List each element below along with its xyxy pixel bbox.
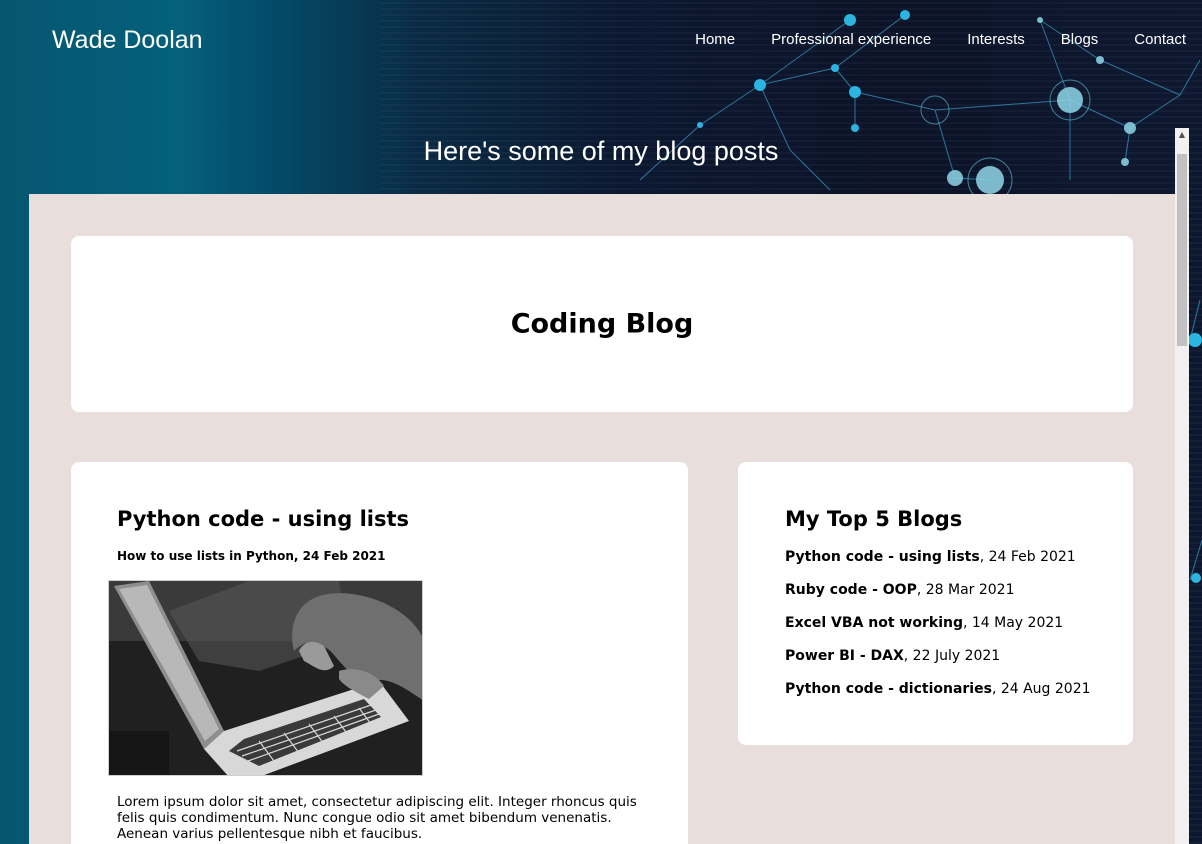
hero-heading: Here's some of my blog posts [423,136,779,166]
blog-date: , 14 May 2021 [962,615,1064,631]
list-item: Power BI - DAX, 22 July 2021 [785,648,1091,681]
post-subtitle: How to use lists in Python, 24 Feb 2021 [117,549,386,563]
nav-blogs[interactable]: Blogs [1061,31,1099,48]
blog-link[interactable]: Python code - using lists [785,549,980,565]
post-image-laptop [108,580,423,776]
content-scrollbar[interactable]: ▲ [1175,128,1189,844]
blog-date: , 24 Aug 2021 [991,681,1091,697]
top-blogs-list: Python code - using lists, 24 Feb 2021 R… [785,549,1091,714]
blog-date: , 22 July 2021 [903,648,1001,664]
scroll-thumb[interactable] [1177,154,1187,346]
scroll-up-arrow-icon[interactable]: ▲ [1175,128,1189,142]
page-title: Coding Blog [510,308,694,340]
list-item: Python code - using lists, 24 Feb 2021 [785,549,1091,582]
top-blogs-card: My Top 5 Blogs Python code - using lists… [738,462,1133,745]
main-nav: Home Professional experience Interests B… [695,31,1186,48]
nav-home[interactable]: Home [695,31,735,48]
blog-link[interactable]: Ruby code - OOP [785,582,917,598]
blog-link[interactable]: Python code - dictionaries [785,681,992,697]
blog-post-card: Python code - using lists How to use lis… [71,462,688,844]
site-title-link[interactable]: Wade Doolan [52,26,203,55]
list-item: Python code - dictionaries, 24 Aug 2021 [785,681,1091,714]
blog-date: , 28 Mar 2021 [916,582,1015,598]
blog-date: , 24 Feb 2021 [979,549,1076,565]
post-body-text: Lorem ipsum dolor sit amet, consectetur … [117,794,637,842]
post-title: Python code - using lists [117,507,410,531]
title-card: Coding Blog [71,236,1133,412]
content-area: Coding Blog Python code - using lists Ho… [29,194,1175,844]
blog-link[interactable]: Excel VBA not working [785,615,963,631]
blog-link[interactable]: Power BI - DAX [785,648,904,664]
list-item: Ruby code - OOP, 28 Mar 2021 [785,582,1091,615]
nav-interests[interactable]: Interests [967,31,1025,48]
nav-contact[interactable]: Contact [1134,31,1186,48]
list-item: Excel VBA not working, 14 May 2021 [785,615,1091,648]
nav-professional-experience[interactable]: Professional experience [771,31,931,48]
top-blogs-heading: My Top 5 Blogs [785,507,963,531]
